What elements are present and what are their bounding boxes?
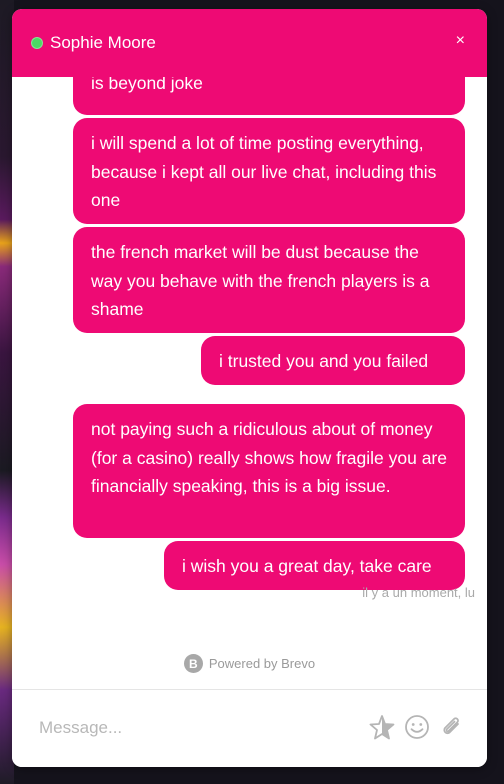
message-bubble: i trusted you and you failed xyxy=(201,336,465,385)
paperclip-icon[interactable] xyxy=(438,714,464,740)
read-timestamp: il y a un moment, lu xyxy=(362,585,475,600)
message-bubble: the french market will be dust because t… xyxy=(73,227,465,333)
message-bubble: is beyond joke xyxy=(73,77,465,115)
emoji-icon[interactable] xyxy=(404,714,430,740)
chat-header: Sophie Moore × xyxy=(12,9,487,77)
chat-widget: Sophie Moore × is beyond joke i will spe… xyxy=(12,9,487,767)
message-list[interactable]: is beyond joke i will spend a lot of tim… xyxy=(12,77,487,687)
message-bubble: not paying such a ridiculous about of mo… xyxy=(73,404,465,538)
brevo-logo-icon: B xyxy=(183,654,203,673)
powered-by-text: Powered by Brevo xyxy=(208,656,316,671)
message-input[interactable] xyxy=(37,712,361,744)
message-bubble: i will spend a lot of time posting every… xyxy=(73,118,465,224)
close-button[interactable]: × xyxy=(456,33,465,49)
message-bubble: i wish you a great day, take care xyxy=(164,541,465,590)
message-composer xyxy=(12,689,487,767)
star-icon[interactable] xyxy=(369,714,395,740)
online-status-icon xyxy=(31,37,43,49)
agent-name: Sophie Moore xyxy=(50,33,156,52)
powered-by-link[interactable]: B Powered by Brevo xyxy=(12,654,487,673)
